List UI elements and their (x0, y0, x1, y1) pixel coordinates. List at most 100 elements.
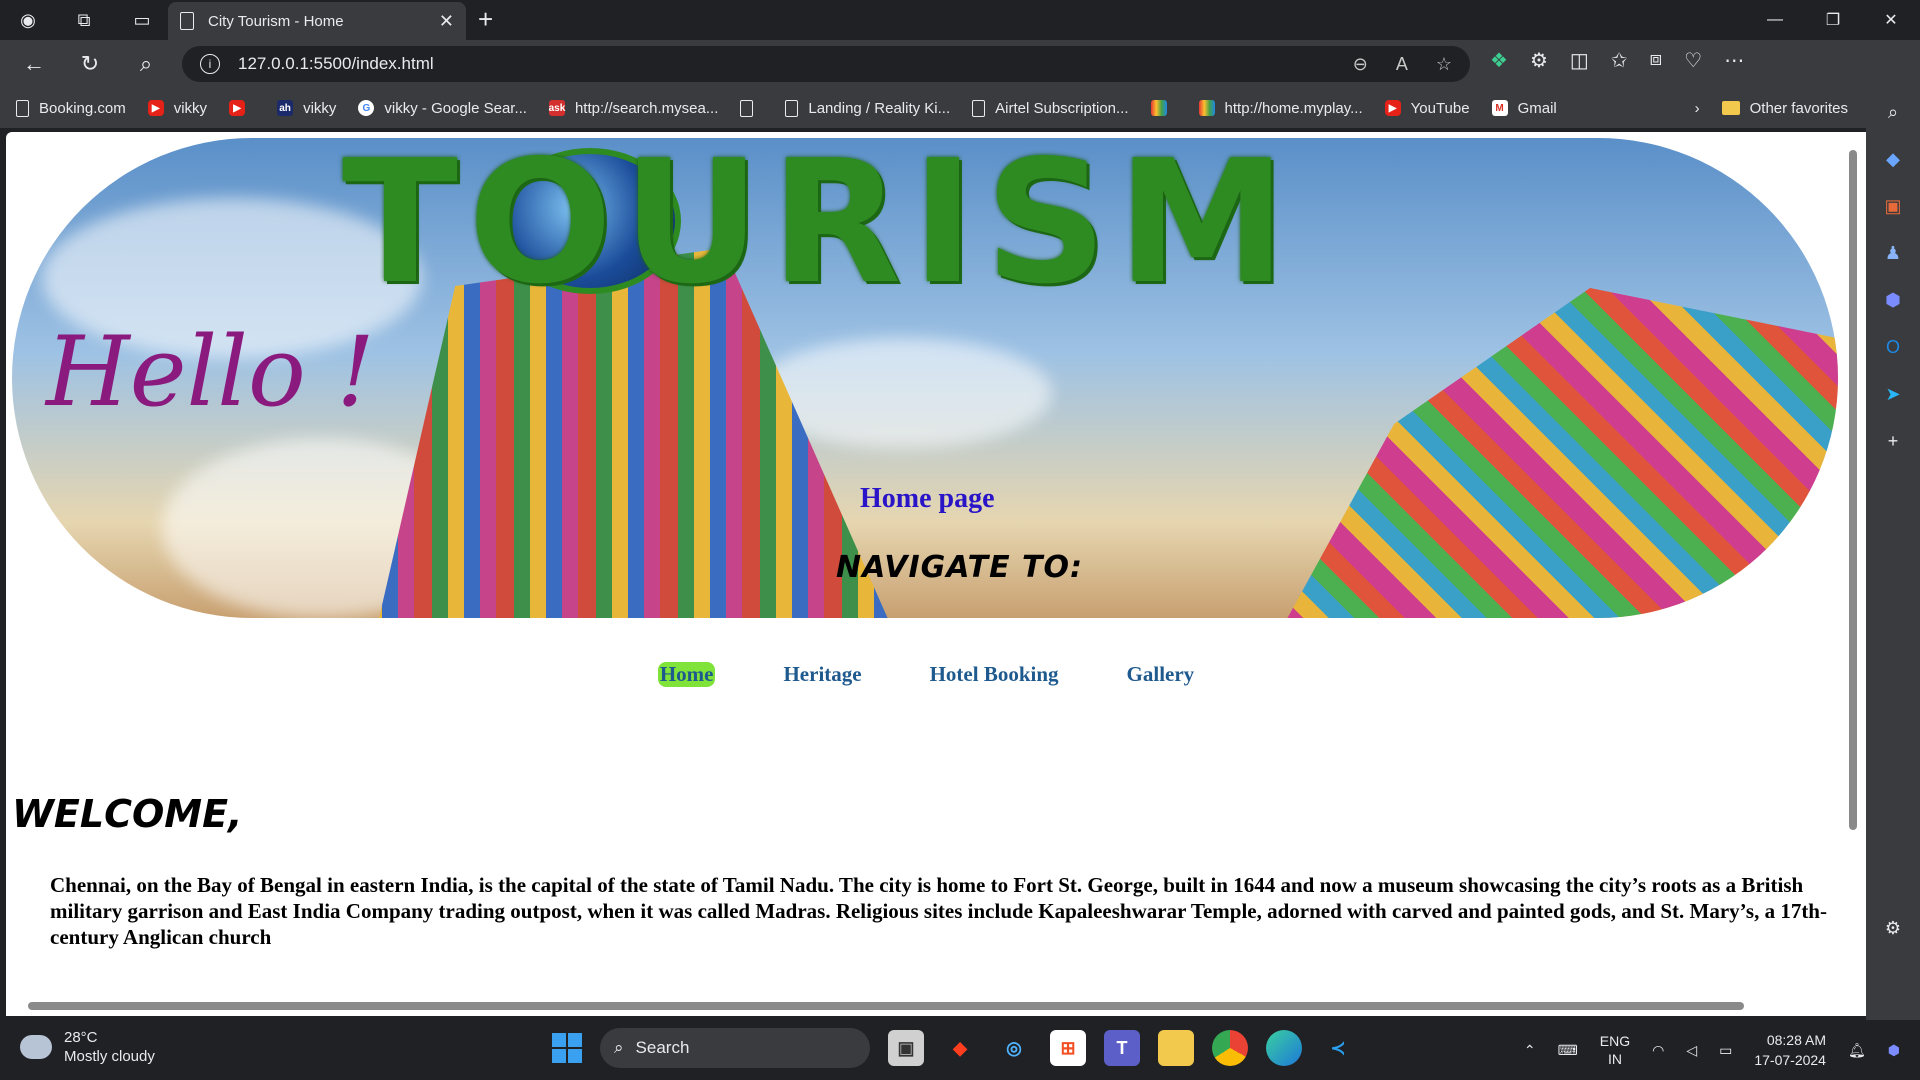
menu-gallery[interactable]: Gallery (1127, 662, 1195, 687)
favorites-icon[interactable]: ✩ (1611, 48, 1628, 73)
bookmark-item[interactable]: ▶ (229, 100, 255, 116)
notification-bell-icon[interactable]: 🔔︎ (1848, 1042, 1866, 1059)
games-icon[interactable]: ♟ (1885, 243, 1901, 264)
temple-sculpture-image (1282, 288, 1838, 618)
site-info-icon[interactable]: i (200, 54, 220, 74)
hero-title: TOURISM (342, 138, 1297, 322)
refresh-icon[interactable]: ↻ (68, 44, 112, 84)
send-icon[interactable]: ➤ (1885, 384, 1900, 405)
tag-icon[interactable]: ◆ (1886, 149, 1900, 170)
system-tray: ⌃ ⌨ ENG IN ◠ ◁ ▭ 08:28 AM 17-07-2024 🔔︎ … (1524, 1030, 1900, 1070)
menu-hotel-booking[interactable]: Hotel Booking (930, 662, 1059, 687)
add-icon[interactable]: + (1888, 431, 1899, 452)
bookmark-item[interactable]: Landing / Reality Ki... (785, 99, 950, 117)
scroll-thumb[interactable] (28, 1002, 1744, 1010)
taskbar-apps: ⌕ Search ▣ ◆ ◎ ⊞ T ▬ ≺ (552, 1028, 1356, 1068)
taskbar: 28°C Mostly cloudy ⌕ Search ▣ ◆ ◎ ⊞ T ▬ ≺… (0, 1020, 1920, 1080)
bookmark-item[interactable]: Booking.com (16, 99, 126, 117)
vscode-icon[interactable]: ≺ (1320, 1030, 1356, 1066)
outlook-icon[interactable]: O (1886, 337, 1900, 358)
tab-title: City Tourism - Home (208, 12, 344, 30)
menu-heritage[interactable]: Heritage (783, 662, 861, 687)
google-icon: G (358, 100, 375, 116)
youtube-icon: ▶ (1384, 100, 1401, 116)
search-icon[interactable]: ⌕ (124, 44, 168, 84)
bookmark-item[interactable] (1150, 100, 1177, 116)
bookmark-item[interactable]: ah vikky (277, 100, 336, 117)
chevron-up-icon[interactable]: ⌃ (1524, 1042, 1536, 1059)
battery-icon[interactable]: ▭ (1719, 1042, 1732, 1059)
bookmark-item[interactable]: Gvikky - Google Sear... (358, 100, 527, 117)
bookmark-item[interactable]: ▶ YouTube (1384, 100, 1470, 117)
task-view-icon[interactable]: ▣ (888, 1030, 924, 1066)
navigate-label: NAVIGATE TO: (836, 550, 1084, 585)
close-window-icon[interactable]: ✕ (1862, 0, 1920, 40)
bookmark-item[interactable] (740, 99, 763, 117)
folder-icon (1721, 101, 1740, 115)
copilot-extension-icon[interactable]: ❖ (1490, 48, 1508, 73)
bookmark-item[interactable]: M Gmail (1491, 100, 1557, 117)
collections-icon[interactable]: ⧈ (1650, 48, 1663, 73)
minimize-icon[interactable]: — (1746, 0, 1804, 40)
read-aloud-icon[interactable]: A (1396, 54, 1408, 75)
restore-icon[interactable]: ❐ (1804, 0, 1862, 40)
url-field[interactable]: i 127.0.0.1:5500/index.html ⊖ A ☆ (182, 46, 1470, 82)
ask-icon: ask (549, 100, 565, 116)
chrome-icon[interactable] (1212, 1030, 1248, 1066)
weather-widget[interactable]: 28°C Mostly cloudy (20, 1028, 155, 1066)
copilot-taskbar-icon[interactable]: ⬢ (1888, 1042, 1900, 1059)
youtube-icon: ▶ (229, 100, 246, 116)
workspaces-icon[interactable]: ⧉ (66, 2, 102, 38)
horizontal-scrollbar[interactable] (6, 996, 1846, 1016)
chevron-right-icon[interactable]: › (1695, 100, 1700, 117)
copilot-icon[interactable]: ⬢ (1885, 290, 1901, 311)
wifi-icon[interactable]: ◠ (1652, 1042, 1664, 1059)
browser-essentials-icon[interactable]: ♡ (1684, 48, 1702, 73)
extensions-icon[interactable]: ⚙ (1530, 48, 1548, 73)
more-options-icon[interactable]: ⋯ (1724, 48, 1744, 73)
back-icon[interactable]: ← (12, 44, 56, 84)
cloud-icon (20, 1035, 52, 1059)
clock[interactable]: 08:28 AM 17-07-2024 (1754, 1030, 1826, 1070)
temperature: 28°C (64, 1029, 98, 1046)
scroll-thumb[interactable] (1849, 150, 1857, 830)
edge-beta-icon[interactable]: ◎ (996, 1030, 1032, 1066)
bookmark-item[interactable]: ▶ vikky (147, 100, 207, 117)
bookmarks-bar: Booking.com ▶ vikky ▶ ah vikky Gvikky - Go… (0, 88, 1920, 128)
bookmark-item[interactable]: http://home.myplay... (1198, 100, 1363, 117)
app-diamond-icon[interactable]: ◆ (942, 1030, 978, 1066)
window-controls: — ❐ ✕ (1746, 0, 1920, 40)
other-favorites[interactable]: Other favorites (1721, 100, 1848, 117)
vertical-scrollbar[interactable] (1846, 132, 1860, 1016)
page-icon (785, 99, 799, 117)
browser-tab[interactable]: City Tourism - Home ✕ (168, 2, 466, 40)
keyboard-icon[interactable]: ⌨ (1558, 1042, 1578, 1059)
taskbar-search[interactable]: ⌕ Search (600, 1028, 870, 1068)
bookmark-item[interactable]: ask http://search.mysea... (549, 100, 719, 117)
edge-icon[interactable] (1266, 1030, 1302, 1066)
main-menu: Home Heritage Hotel Booking Gallery (6, 662, 1846, 687)
weather-condition: Mostly cloudy (64, 1048, 155, 1065)
search-icon[interactable]: ⌕ (1888, 102, 1898, 123)
store-icon[interactable]: ⊞ (1050, 1030, 1086, 1066)
tab-actions-icon[interactable]: ▭ (124, 2, 160, 38)
tools-icon[interactable]: ▣ (1884, 196, 1901, 217)
zoom-icon[interactable]: ⊖ (1353, 54, 1368, 75)
hero-banner: TOURISM Hello ! Home page NAVIGATE TO: (12, 138, 1838, 618)
close-tab-icon[interactable]: ✕ (439, 11, 454, 32)
favorite-star-icon[interactable]: ☆ (1436, 54, 1452, 75)
teams-icon[interactable]: T (1104, 1030, 1140, 1066)
settings-icon[interactable]: ⚙ (1885, 918, 1901, 939)
page-icon (180, 12, 194, 30)
file-explorer-icon[interactable]: ▬ (1158, 1030, 1194, 1066)
new-tab-icon[interactable]: + (478, 4, 493, 35)
split-screen-icon[interactable]: ◫ (1570, 48, 1589, 73)
search-icon: ⌕ (614, 1038, 624, 1057)
menu-home[interactable]: Home (657, 662, 716, 687)
profile-avatar-icon[interactable]: ◉ (10, 2, 46, 38)
language-indicator[interactable]: ENG IN (1600, 1032, 1630, 1068)
bookmark-item[interactable]: Airtel Subscription... (972, 99, 1129, 117)
page-icon (16, 99, 29, 117)
windows-start-icon[interactable] (552, 1033, 582, 1063)
volume-icon[interactable]: ◁ (1686, 1042, 1697, 1059)
